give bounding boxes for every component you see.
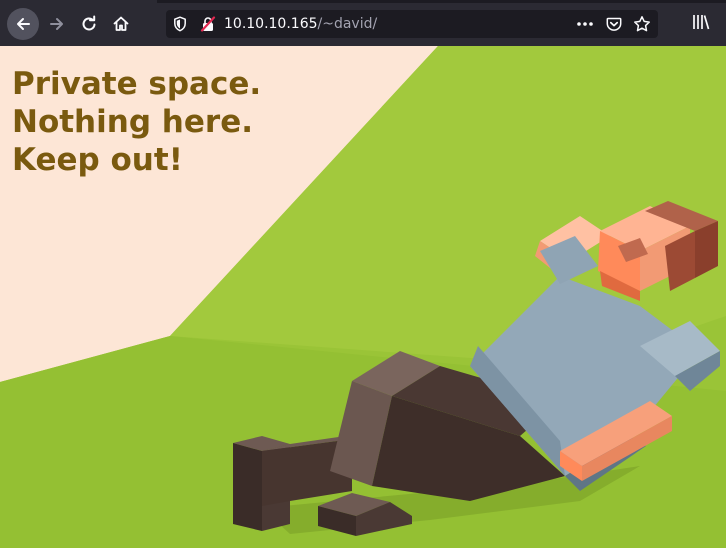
forward-arrow-icon: [50, 18, 63, 30]
more-options-icon[interactable]: [576, 17, 594, 31]
page-viewport: Private space. Nothing here. Keep out!: [0, 46, 726, 548]
back-arrow-icon: [17, 18, 30, 30]
insecure-connection-icon[interactable]: [200, 16, 216, 32]
back-button[interactable]: [7, 8, 39, 40]
tab-strip-edge: [157, 0, 726, 3]
url-text[interactable]: 10.10.10.165/~david/: [224, 15, 377, 33]
browser-toolbar: 10.10.10.165/~david/: [0, 0, 726, 46]
forward-button[interactable]: [41, 8, 73, 40]
headline-line-1: Private space.: [12, 66, 262, 102]
page-headline: Private space. Nothing here. Keep out!: [12, 65, 261, 179]
reload-button[interactable]: [73, 8, 105, 40]
headline-line-2: Nothing here.: [12, 104, 253, 140]
address-bar[interactable]: 10.10.10.165/~david/: [166, 10, 658, 38]
home-button[interactable]: [105, 8, 137, 40]
url-path: /~david/: [317, 16, 378, 32]
reload-icon: [82, 15, 96, 31]
home-icon: [113, 16, 129, 31]
pocket-icon[interactable]: [606, 16, 622, 32]
bookmark-star-icon[interactable]: [633, 15, 651, 33]
library-icon[interactable]: [692, 14, 710, 30]
rear-foot-front: [233, 443, 262, 531]
tracking-shield-icon[interactable]: [173, 16, 187, 32]
url-host: 10.10.10.165: [224, 16, 318, 32]
headline-line-3: Keep out!: [12, 142, 183, 178]
